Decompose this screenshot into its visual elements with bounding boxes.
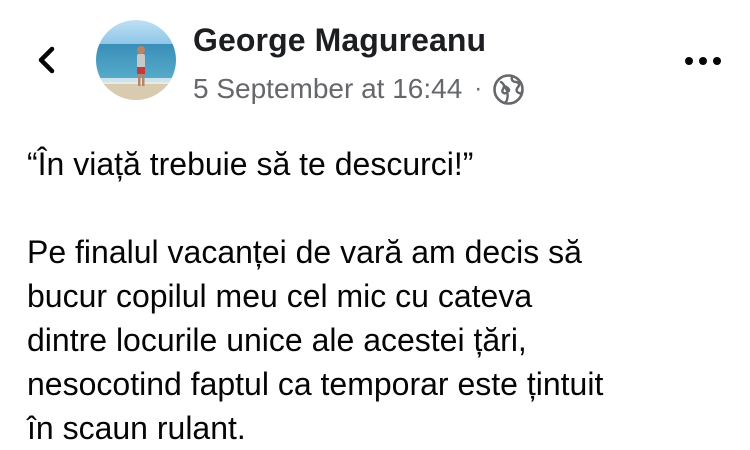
meta-separator: · <box>474 75 483 102</box>
globe-icon[interactable] <box>492 73 525 106</box>
post-text: “În viață trebuie să te descurci!” Pe fi… <box>27 142 742 450</box>
author-avatar[interactable] <box>96 20 176 100</box>
post-header: George Magureanu 5 September at 16:44 · <box>0 0 750 120</box>
post-text-line: bucur copilul meu cel mic cu cateva <box>27 278 533 314</box>
post-text-line: dintre locurile unice ale acestei țări, <box>27 322 527 358</box>
more-horizontal-icon <box>685 57 721 65</box>
post-text-line: nesocotind faptul ca temporar este țintu… <box>27 366 604 402</box>
chevron-left-icon <box>38 46 55 74</box>
post-text-line: Pe finalul vacanței de vară am decis să <box>27 234 582 270</box>
post-quote: “În viață trebuie să te descurci!” <box>27 146 474 182</box>
post-screen: George Magureanu 5 September at 16:44 · <box>0 0 750 450</box>
post-timestamp[interactable]: 5 September at 16:44 <box>193 73 462 105</box>
post-text-line: în scaun rulant. <box>27 410 246 446</box>
post-meta: 5 September at 16:44 · <box>193 71 525 107</box>
avatar-photo <box>96 20 176 100</box>
more-options-button[interactable] <box>680 46 726 76</box>
back-button[interactable] <box>30 40 66 80</box>
author-name[interactable]: George Magureanu <box>193 22 486 59</box>
